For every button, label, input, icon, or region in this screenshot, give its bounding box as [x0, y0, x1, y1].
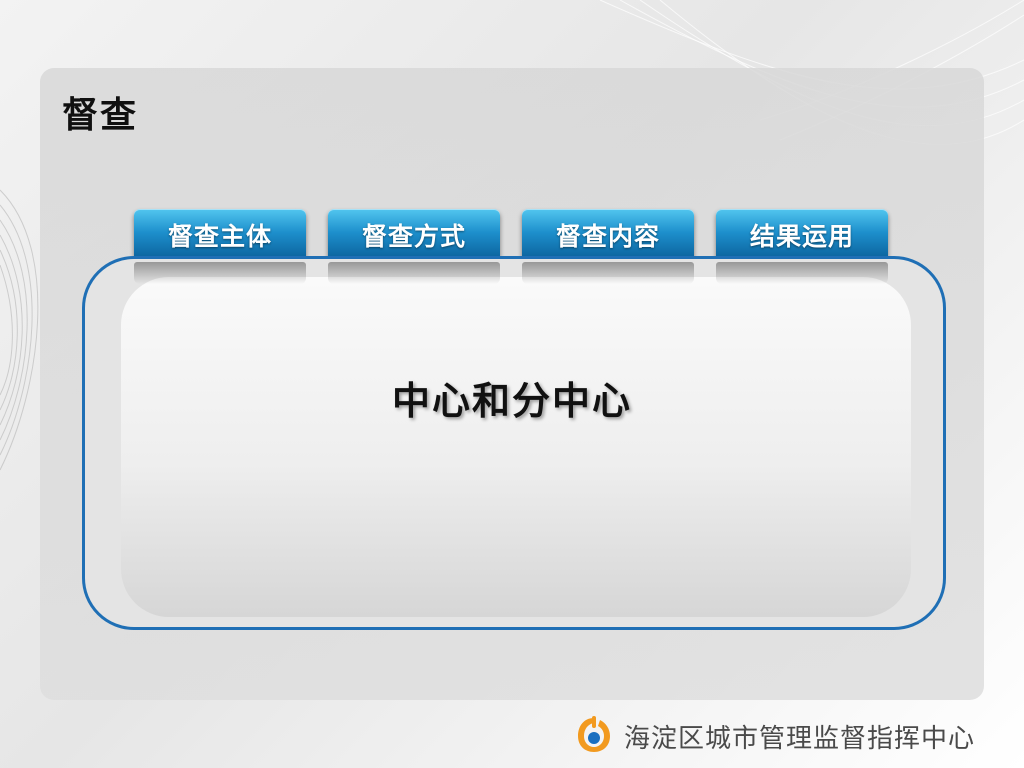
org-name: 海淀区城市管理监督指挥中心	[624, 724, 976, 754]
tab-reflection	[134, 262, 306, 284]
tab-supervision-method[interactable]: 督查方式	[328, 209, 500, 261]
tab-supervision-content[interactable]: 督查内容	[522, 209, 694, 261]
tab-reflection	[716, 262, 888, 284]
tab-reflection	[328, 262, 500, 284]
tab-supervision-subject[interactable]: 督查主体	[134, 209, 306, 261]
content-inner-box	[121, 277, 911, 617]
page-title: 督查	[62, 95, 139, 136]
content-frame	[82, 256, 946, 630]
tab-result-application[interactable]: 结果运用	[716, 209, 888, 261]
tab-reflection	[522, 262, 694, 284]
haidian-logo-icon	[578, 716, 610, 752]
main-content-text: 中心和分中心	[391, 379, 632, 423]
